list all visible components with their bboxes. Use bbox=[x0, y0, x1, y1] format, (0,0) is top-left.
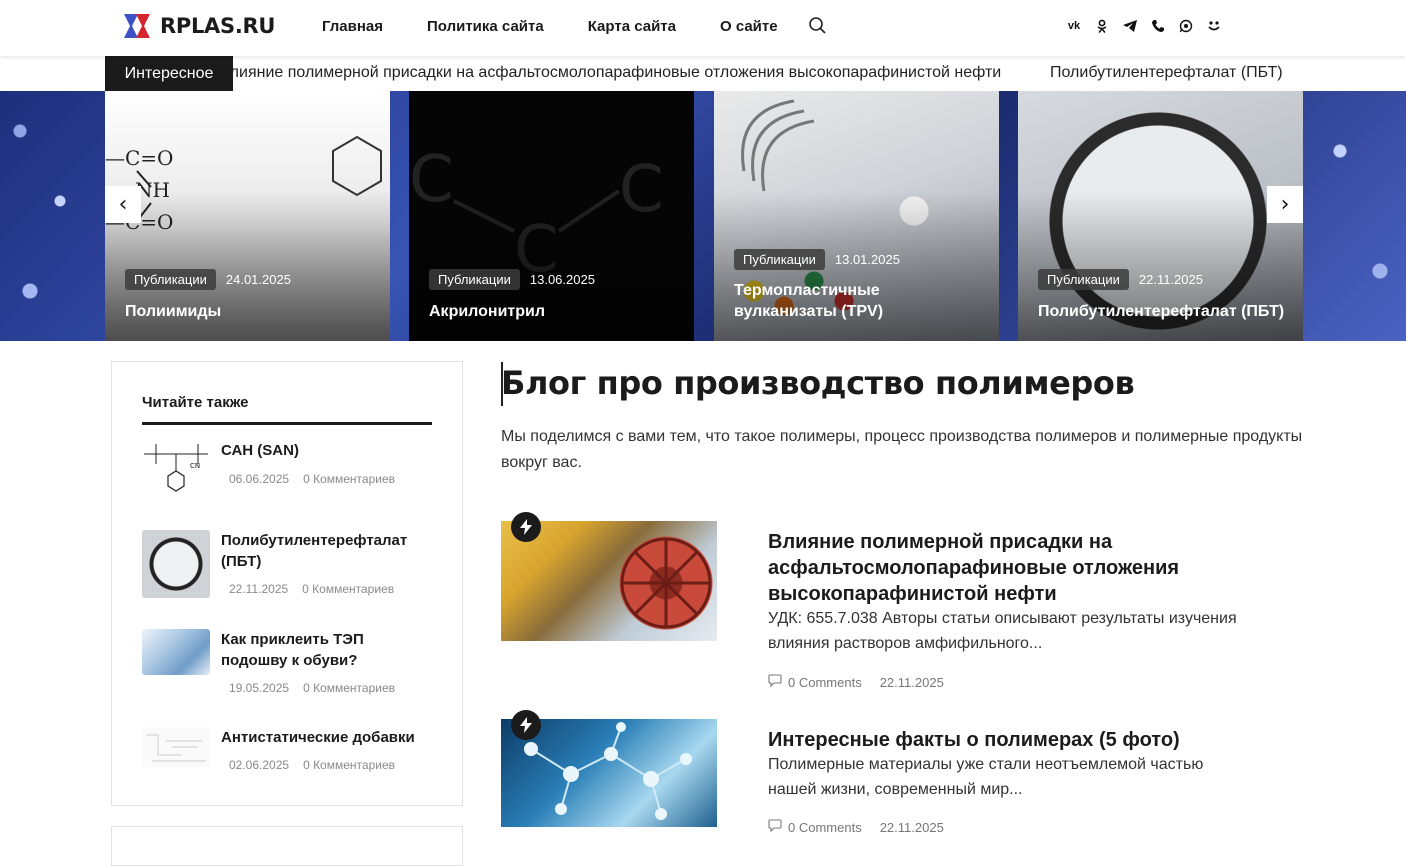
slide-polyimides[interactable]: —C=O NH —C=O Публикации 24.01.2025 Полии… bbox=[105, 91, 390, 341]
sidebar-item-date: 02.06.2025 bbox=[229, 758, 290, 772]
nav-home[interactable]: Главная bbox=[322, 18, 383, 35]
sidebar-heading: Читайте также bbox=[142, 394, 249, 411]
slide-acrylonitrile[interactable]: C C C Публикации 13.06.2025 Акрилонитрил bbox=[409, 91, 694, 341]
ticker-item[interactable]: Полибутилентерефталат (ПБТ) bbox=[1050, 64, 1283, 82]
svg-text:CN: CN bbox=[190, 462, 200, 470]
sidebar-related: Читайте также CN САН (SAN) 06.06.2025 0 К… bbox=[111, 361, 463, 806]
sidebar-item-meta: 19.05.2025 0 Комментариев bbox=[229, 681, 395, 695]
post-meta: 0 Comments 22.11.2025 bbox=[768, 674, 944, 690]
news-ticker: Интересное Влияние полимерной присадки н… bbox=[0, 56, 1406, 91]
sidebar-item-title[interactable]: САН (SAN) bbox=[221, 440, 431, 461]
slide-title: Акрилонитрил bbox=[429, 303, 546, 320]
comment-icon bbox=[768, 819, 782, 835]
slide-meta: Публикации 24.01.2025 bbox=[125, 269, 291, 290]
slider-prev-button[interactable]: ‹ bbox=[105, 186, 141, 223]
post-card: Интересные факты о полимерах (5 фото) По… bbox=[501, 710, 1311, 849]
sidebar-widget bbox=[111, 826, 463, 866]
slide-category[interactable]: Публикации bbox=[734, 249, 825, 270]
slide-category[interactable]: Публикации bbox=[1038, 269, 1129, 290]
nav-policy[interactable]: Политика сайта bbox=[427, 18, 544, 35]
logo-text: RPLAS.RU bbox=[160, 14, 276, 38]
sidebar-item-meta: 02.06.2025 0 Комментариев bbox=[229, 758, 395, 772]
comment-icon bbox=[768, 674, 782, 690]
sidebar-item-comments[interactable]: 0 Комментариев bbox=[303, 758, 395, 772]
post-comments-link[interactable]: 0 Comments bbox=[788, 675, 862, 690]
post-title[interactable]: Интересные факты о полимерах (5 фото) bbox=[768, 727, 1188, 753]
site-header: RPLAS.RU Главная Политика сайта Карта са… bbox=[0, 0, 1406, 56]
ticker-track: Влияние полимерной присадки на асфальтос… bbox=[233, 56, 1406, 91]
search-icon[interactable] bbox=[808, 16, 828, 36]
sidebar-item[interactable]: Полибутилентерефталат (ПБТ) 22.11.2025 0 … bbox=[142, 530, 442, 610]
post-meta: 0 Comments 22.11.2025 bbox=[768, 819, 944, 835]
slide-meta: Публикации 22.11.2025 bbox=[1038, 269, 1203, 290]
sidebar-item-comments[interactable]: 0 Комментариев bbox=[302, 582, 394, 596]
sidebar-thumb bbox=[142, 727, 210, 767]
sidebar-item[interactable]: Как приклеить ТЭП подошву к обуви? 19.05… bbox=[142, 629, 442, 709]
sidebar-item-date: 19.05.2025 bbox=[229, 681, 290, 695]
vk-icon[interactable]: vk bbox=[1066, 18, 1082, 34]
slide-date: 13.01.2025 bbox=[834, 252, 900, 267]
slide-category[interactable]: Публикации bbox=[125, 269, 216, 290]
sidebar-divider bbox=[142, 422, 432, 425]
post-title[interactable]: Влияние полимерной присадки на асфальтос… bbox=[768, 529, 1188, 607]
post-date: 22.11.2025 bbox=[879, 819, 944, 835]
slide-pbt[interactable]: Публикации 22.11.2025 Полибутилентерефта… bbox=[1018, 91, 1303, 341]
post-excerpt: Полимерные материалы уже стали неотъемле… bbox=[768, 756, 1204, 798]
slide-tpv[interactable]: Публикации 13.01.2025 Термопластичные ву… bbox=[714, 91, 999, 341]
moimir-icon[interactable] bbox=[1206, 18, 1222, 34]
sidebar-item-title[interactable]: Как приклеить ТЭП подошву к обуви? bbox=[221, 629, 431, 671]
sidebar-item-date: 06.06.2025 bbox=[229, 472, 290, 486]
sidebar-thumb: CN bbox=[142, 440, 210, 508]
slide-date: 24.01.2025 bbox=[225, 272, 291, 287]
lightning-icon bbox=[511, 710, 541, 740]
logo-icon bbox=[118, 12, 152, 40]
viber-icon[interactable] bbox=[1150, 18, 1166, 34]
sidebar-item-meta: 06.06.2025 0 Комментариев bbox=[229, 472, 395, 486]
slide-date: 22.11.2025 bbox=[1138, 272, 1203, 287]
page-description: Мы поделимся с вами тем, что такое полим… bbox=[501, 428, 1303, 471]
post-date: 22.11.2025 bbox=[879, 674, 944, 690]
slider-next-button[interactable]: › bbox=[1267, 186, 1303, 223]
slide-title: Полиимиды bbox=[125, 303, 222, 320]
sidebar-thumb bbox=[142, 629, 210, 675]
lightning-icon bbox=[511, 512, 541, 542]
social-links: vk bbox=[1066, 18, 1222, 34]
sidebar-thumb bbox=[142, 530, 210, 598]
slide-meta: Публикации 13.01.2025 bbox=[734, 249, 900, 270]
post-card: Влияние полимерной присадки на асфальтос… bbox=[501, 512, 1311, 701]
sidebar-item-comments[interactable]: 0 Комментариев bbox=[303, 681, 395, 695]
sidebar-item-date: 22.11.2025 bbox=[229, 582, 289, 596]
sidebar-item[interactable]: Антистатические добавки 02.06.2025 0 Комм… bbox=[142, 727, 442, 787]
sidebar-item-comments[interactable]: 0 Комментариев bbox=[303, 472, 395, 486]
odnoklassniki-icon[interactable] bbox=[1094, 18, 1110, 34]
ticker-item[interactable]: Влияние полимерной присадки на асфальтос… bbox=[233, 64, 1001, 82]
slide-title: Термопластичные вулканизаты (TPV) bbox=[734, 282, 884, 320]
whatsapp-icon[interactable] bbox=[1178, 18, 1194, 34]
featured-slider: —C=O NH —C=O Публикации 24.01.2025 Полии… bbox=[0, 91, 1406, 341]
post-comments-link[interactable]: 0 Comments bbox=[788, 820, 862, 835]
slide-meta: Публикации 13.06.2025 bbox=[429, 269, 595, 290]
telegram-icon[interactable] bbox=[1122, 18, 1138, 34]
sidebar-item-meta: 22.11.2025 0 Комментариев bbox=[229, 582, 394, 596]
ticker-label: Интересное bbox=[105, 56, 233, 91]
slide-category[interactable]: Публикации bbox=[429, 269, 520, 290]
slide-title: Полибутилентерефталат (ПБТ) bbox=[1038, 303, 1285, 320]
site-logo[interactable]: RPLAS.RU bbox=[118, 12, 275, 40]
post-excerpt: УДК: 655.7.038 Авторы статьи описывают р… bbox=[768, 610, 1237, 652]
slide-date: 13.06.2025 bbox=[529, 272, 595, 287]
main-nav: Главная Политика сайта Карта сайта О сай… bbox=[322, 18, 822, 35]
sidebar-item[interactable]: CN САН (SAN) 06.06.2025 0 Комментариев bbox=[142, 440, 442, 520]
page-title: Блог про производство полимеров bbox=[501, 364, 1135, 402]
sidebar-item-title[interactable]: Антистатические добавки bbox=[221, 727, 431, 748]
nav-sitemap[interactable]: Карта сайта bbox=[588, 18, 676, 35]
sidebar-item-title[interactable]: Полибутилентерефталат (ПБТ) bbox=[221, 530, 431, 572]
nav-about[interactable]: О сайте bbox=[720, 18, 778, 35]
